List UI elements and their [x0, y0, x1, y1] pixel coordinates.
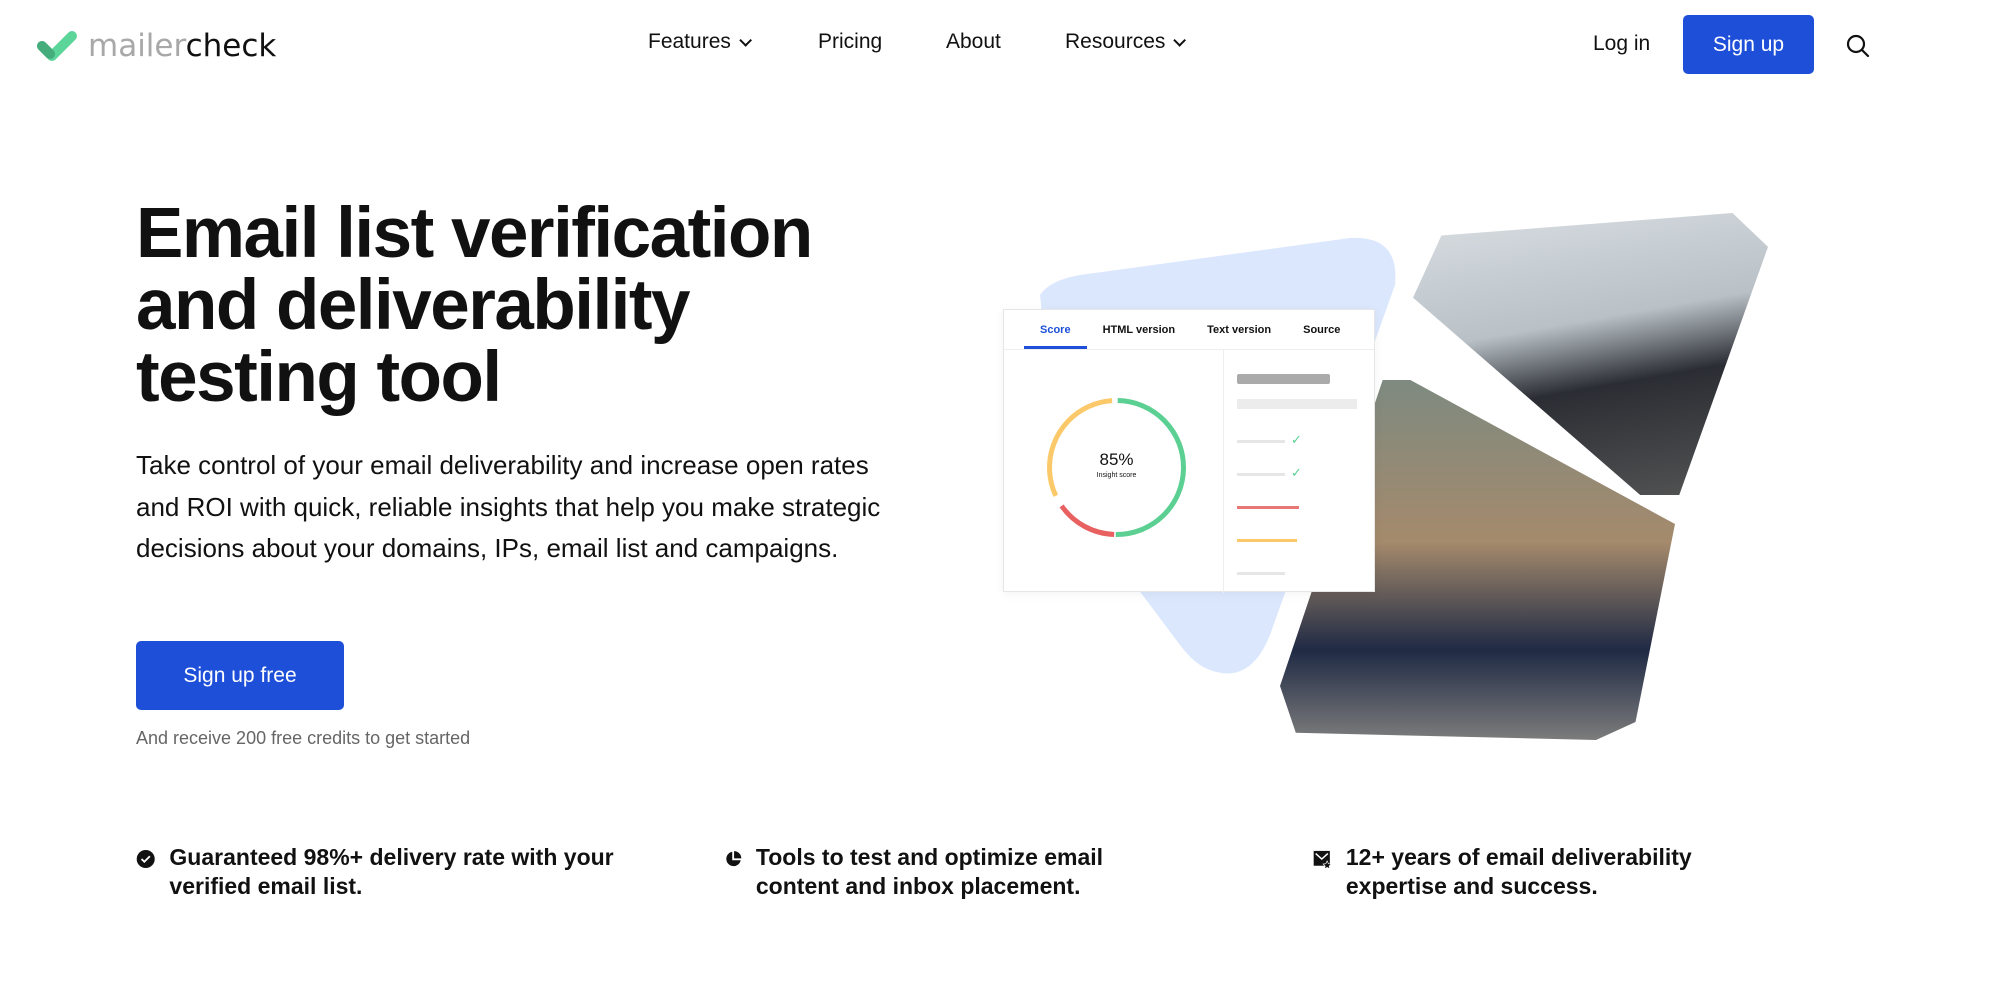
chevron-down-icon [739, 33, 752, 47]
nav-resources[interactable]: Resources [1065, 30, 1187, 54]
nav-resources-label: Resources [1065, 30, 1166, 53]
page-title: Email list verification and deliverabili… [136, 194, 813, 417]
feature-text: Tools to test and optimize email content… [755, 844, 1104, 899]
feature-item: 12+ years of email deliverability expert… [1313, 843, 1753, 901]
score-card: Score HTML version Text version Source 8… [1003, 309, 1375, 593]
score-value: 85% [1099, 450, 1134, 469]
search-icon[interactable] [1845, 33, 1871, 59]
logo-text-mailer: mailer [88, 28, 186, 64]
signup-free-button[interactable]: Sign up free [136, 641, 344, 710]
feature-item: Tools to test and optimize email content… [725, 843, 1165, 901]
check-logo-icon [37, 31, 77, 61]
hero-description: Take control of your email deliverabilit… [136, 450, 881, 563]
feature-text: 12+ years of email deliverability expert… [1345, 844, 1692, 899]
login-link[interactable]: Log in [1593, 32, 1650, 56]
tab-score[interactable]: Score [1024, 310, 1087, 349]
tab-html-version[interactable]: HTML version [1087, 310, 1192, 349]
logo-text-check: check [185, 28, 277, 64]
tab-source[interactable]: Source [1287, 310, 1356, 349]
signup-button[interactable]: Sign up [1683, 15, 1814, 74]
score-label: Insight score [1096, 472, 1137, 479]
nav-features[interactable]: Features [648, 30, 752, 54]
nav-features-label: Features [648, 30, 731, 53]
chevron-down-icon [1173, 33, 1187, 47]
pie-chart-icon [726, 851, 742, 867]
credits-note: And receive 200 free credits to get star… [136, 728, 471, 748]
check-circle-icon [136, 849, 155, 869]
logo[interactable]: mailercheck [36, 28, 276, 64]
email-star-icon [1313, 850, 1332, 870]
nav-about[interactable]: About [946, 30, 1001, 54]
feature-text: Guaranteed 98%+ delivery rate with your … [169, 844, 614, 899]
nav-pricing[interactable]: Pricing [818, 30, 882, 54]
feature-item: Guaranteed 98%+ delivery rate with your … [136, 843, 616, 901]
check-icon: ✓ [1291, 432, 1302, 447]
card-tabs: Score HTML version Text version Source [1004, 310, 1374, 350]
tab-text-version[interactable]: Text version [1191, 310, 1287, 349]
check-icon: ✓ [1291, 465, 1302, 480]
